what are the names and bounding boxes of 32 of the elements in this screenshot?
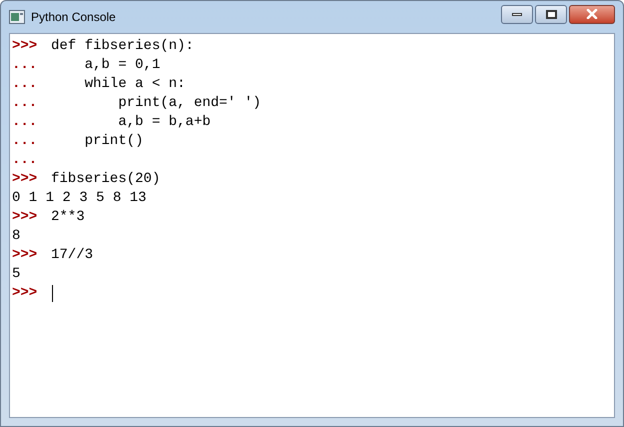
- minimize-button[interactable]: [501, 4, 533, 24]
- console-prompt: ...: [12, 132, 38, 151]
- code-line: def fibseries(n):: [51, 37, 194, 56]
- console-prompt: ...: [12, 94, 38, 113]
- console-prompt: ...: [12, 75, 38, 94]
- console-output: 0 1 1 2 3 5 8 13: [12, 189, 146, 208]
- console-output: 5: [12, 265, 20, 284]
- code-line: a,b = 0,1: [84, 56, 160, 75]
- console-prompt: ...: [12, 113, 38, 132]
- maximize-button[interactable]: [535, 4, 567, 24]
- console-prompt: ...: [12, 151, 38, 170]
- close-icon: [586, 9, 598, 19]
- console-prompt: ...: [12, 56, 38, 75]
- code-line: fibseries(20): [51, 170, 160, 189]
- console-prompt: >>>: [12, 246, 38, 265]
- console-prompt: >>>: [12, 284, 38, 303]
- minimize-icon: [512, 12, 522, 16]
- code-line: 2**3: [51, 208, 85, 227]
- maximize-icon: [546, 10, 556, 18]
- console-window-icon: [9, 10, 25, 24]
- console-output: 8: [12, 227, 20, 246]
- code-line: while a < n:: [84, 75, 186, 94]
- console-prompt: >>>: [12, 208, 38, 227]
- console-prompt: >>>: [12, 170, 38, 189]
- console-prompt: >>>: [12, 37, 38, 56]
- console-area[interactable]: >>> def fibseries(n): ... a,b = 0,1 ... while a < n: ... print(a, end=' ') ... a,b = b,a+b ... print() ... >>> fibseries(20) 0 1 1 2 3 5 8 13 >>> 2**3 8 >>> 17//3 5 >>>: [9, 33, 615, 418]
- code-line: print(): [84, 132, 144, 151]
- code-line: 17//3: [51, 246, 94, 265]
- code-line: a,b = b,a+b: [117, 113, 211, 132]
- close-button[interactable]: [569, 4, 615, 24]
- code-line: print(a, end=' '): [117, 94, 262, 113]
- window-title: Python Console: [31, 9, 116, 26]
